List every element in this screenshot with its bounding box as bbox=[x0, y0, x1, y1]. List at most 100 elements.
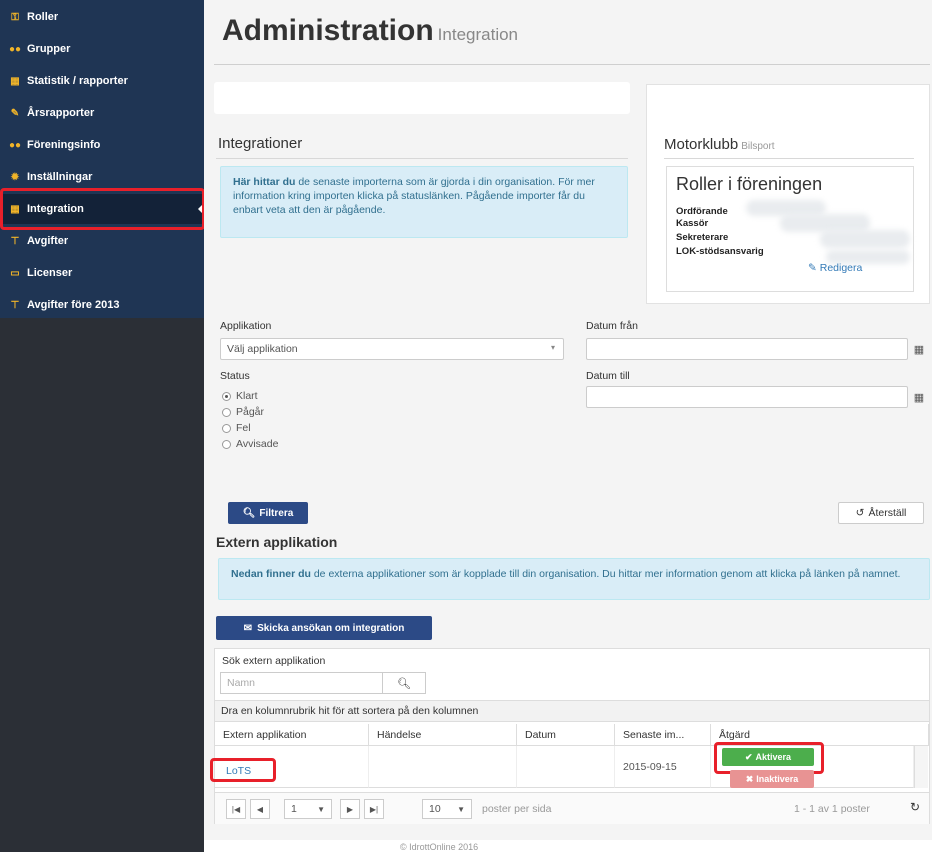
sidebar-item-label: Avgifter bbox=[27, 235, 69, 247]
role-ordforande: Ordförande bbox=[676, 206, 728, 217]
status-radio-klart[interactable]: Klart bbox=[222, 390, 258, 402]
prev-page-icon[interactable]: ◀ bbox=[250, 799, 270, 819]
refresh-icon[interactable]: ↻ bbox=[910, 800, 920, 814]
applikation-value: Välj applikation bbox=[227, 343, 298, 355]
status-radio-avvisade[interactable]: Avvisade bbox=[222, 438, 278, 450]
sidebar-item-installningar[interactable]: ✹ Inställningar bbox=[0, 162, 204, 192]
sidebar-item-label: Inställningar bbox=[27, 171, 93, 183]
sidebar-item-roller[interactable]: ⚿ Roller bbox=[0, 2, 204, 32]
column-header-atgard[interactable]: Åtgärd bbox=[711, 724, 929, 746]
sidebar-item-integration[interactable]: ▦ Integration bbox=[0, 194, 205, 224]
cart-icon: ⊤ bbox=[10, 299, 20, 311]
sidebar-item-label: Licenser bbox=[27, 267, 73, 279]
footer-copyright: © IdrottOnline 2016 bbox=[400, 842, 479, 852]
chevron-down-icon: ▾ bbox=[550, 343, 555, 352]
next-page-icon[interactable]: ▶ bbox=[340, 799, 360, 819]
pencil-icon: ✎ bbox=[10, 107, 20, 119]
application-link-lots[interactable]: LoTS bbox=[226, 765, 251, 777]
empty-panel bbox=[214, 82, 630, 114]
motorklubb-subtitle: Bilsport bbox=[741, 141, 775, 152]
datum-fran-label: Datum från bbox=[586, 320, 638, 332]
radio-checked-icon bbox=[222, 391, 231, 401]
undo-icon: ↺ bbox=[855, 507, 865, 519]
chevron-down-icon: ▼ bbox=[317, 804, 325, 814]
close-icon: ✖ bbox=[745, 773, 754, 784]
page-select[interactable]: 1 ▼ bbox=[284, 799, 332, 819]
integrationer-title: Integrationer bbox=[218, 135, 303, 152]
activate-button[interactable]: ✔ Aktivera bbox=[722, 748, 814, 766]
grid-icon: ▦ bbox=[10, 203, 20, 215]
radio-icon bbox=[222, 423, 231, 433]
sidebar-item-licenser[interactable]: ▭ Licenser bbox=[0, 258, 204, 288]
table-cell-senaste: 2015-09-15 bbox=[615, 746, 711, 788]
status-radio-fel[interactable]: Fel bbox=[222, 422, 251, 434]
calendar-icon[interactable]: ▦ bbox=[908, 338, 930, 360]
radio-icon bbox=[222, 439, 231, 449]
key-icon: ⚿ bbox=[11, 11, 19, 23]
sidebar-item-grupper[interactable]: ●● Grupper bbox=[0, 34, 204, 64]
extern-info: Nedan finner du de externa applikationer… bbox=[218, 558, 930, 600]
search-icon: 🔍︎ bbox=[397, 677, 411, 690]
search-icon: 🔍︎ bbox=[242, 507, 256, 519]
page-size-select[interactable]: 10 ▼ bbox=[422, 799, 472, 819]
users-icon: ●● bbox=[8, 139, 22, 151]
deactivate-button[interactable]: ✖ Inaktivera bbox=[730, 770, 814, 788]
radio-label: Klart bbox=[236, 390, 258, 402]
applikation-select[interactable]: Välj applikation ▾ bbox=[220, 338, 564, 360]
sidebar-item-label: Föreningsinfo bbox=[27, 139, 101, 151]
column-header-extern-applikation[interactable]: Extern applikation bbox=[215, 724, 369, 746]
redacted-name bbox=[820, 230, 910, 248]
chart-icon: ▦ bbox=[10, 75, 20, 87]
users-icon: ●● bbox=[8, 43, 22, 55]
gear-icon: ✹ bbox=[10, 171, 20, 183]
page-size-value: 10 bbox=[429, 803, 441, 815]
motorklubb-title: Motorklubb Bilsport bbox=[664, 136, 775, 153]
sidebar-item-arsrapporter[interactable]: ✎ Årsrapporter bbox=[0, 98, 204, 128]
role-kassor: Kassör bbox=[676, 218, 709, 229]
sidebar-item-avgifter[interactable]: ⊤ Avgifter bbox=[0, 226, 204, 256]
grid-search-input[interactable]: Namn bbox=[220, 672, 402, 694]
datum-till-input[interactable] bbox=[586, 386, 908, 408]
cart-icon: ⊤ bbox=[10, 235, 20, 247]
grid-search-label: Sök extern applikation bbox=[222, 655, 326, 667]
group-by-bar[interactable]: Dra en kolumnrubrik hit för att sortera … bbox=[215, 700, 929, 722]
send-button-label: Skicka ansökan om integration bbox=[257, 622, 405, 634]
reset-button-label: Återställ bbox=[868, 507, 907, 519]
roles-title: Roller i föreningen bbox=[676, 174, 823, 194]
page-number: 1 bbox=[291, 803, 297, 815]
title-divider bbox=[214, 64, 930, 65]
grid-search-button[interactable]: 🔍︎ bbox=[382, 672, 426, 694]
calendar-icon[interactable]: ▦ bbox=[908, 386, 930, 408]
first-page-icon[interactable]: |◀ bbox=[226, 799, 246, 819]
column-header-datum[interactable]: Datum bbox=[517, 724, 615, 746]
envelope-icon: ✉ bbox=[243, 622, 253, 634]
table-cell bbox=[369, 746, 517, 788]
deactivate-label: Inaktivera bbox=[756, 774, 799, 784]
grid-scrollbar[interactable] bbox=[914, 746, 928, 788]
filter-button[interactable]: 🔍︎ Filtrera bbox=[228, 502, 308, 524]
last-page-icon[interactable]: ▶| bbox=[364, 799, 384, 819]
sidebar-item-avgifter-fore-2013[interactable]: ⊤ Avgifter före 2013 bbox=[0, 290, 204, 320]
page-title: Administration Integration bbox=[222, 14, 518, 48]
page-subtitle: Integration bbox=[437, 25, 519, 44]
check-icon: ✔ bbox=[744, 751, 753, 762]
applikation-label: Applikation bbox=[220, 320, 272, 332]
radio-label: Avvisade bbox=[236, 438, 279, 450]
status-radio-pagar[interactable]: Pågår bbox=[222, 406, 264, 418]
column-header-handelse[interactable]: Händelse bbox=[369, 724, 517, 746]
edit-roles-link[interactable]: ✎ Redigera bbox=[808, 262, 862, 274]
status-label: Status bbox=[220, 370, 250, 382]
sidebar-item-label: Årsrapporter bbox=[27, 107, 95, 119]
reset-button[interactable]: ↺ Återställ bbox=[838, 502, 924, 524]
send-application-button[interactable]: ✉ Skicka ansökan om integration bbox=[216, 616, 432, 640]
column-header-senaste[interactable]: Senaste im... bbox=[615, 724, 711, 746]
sidebar-item-foreningsinfo[interactable]: ●● Föreningsinfo bbox=[0, 130, 204, 160]
role-sekreterare: Sekreterare bbox=[676, 232, 729, 243]
info-bold: Nedan finner du bbox=[231, 568, 311, 580]
pager-summary: 1 - 1 av 1 poster bbox=[794, 803, 870, 815]
page-size-label: poster per sida bbox=[482, 803, 552, 815]
datum-till-label: Datum till bbox=[586, 370, 630, 382]
chevron-down-icon: ▼ bbox=[457, 804, 465, 814]
datum-fran-input[interactable] bbox=[586, 338, 908, 360]
sidebar-item-statistik[interactable]: ▦ Statistik / rapporter bbox=[0, 66, 204, 96]
